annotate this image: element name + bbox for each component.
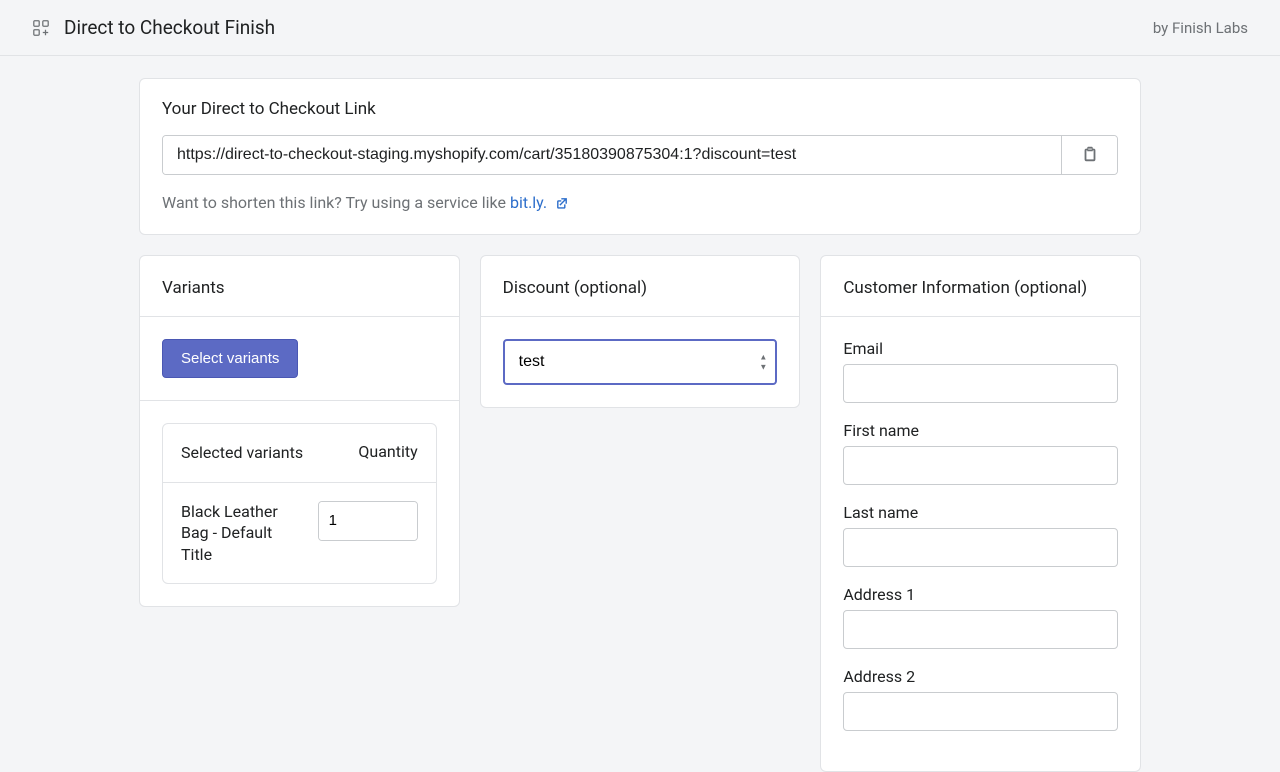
address1-field[interactable]: [843, 610, 1118, 649]
table-row: Black Leather Bag - Default Title ▲ ▼: [163, 483, 436, 584]
topbar: Direct to Checkout Finish by Finish Labs: [0, 0, 1280, 56]
email-field[interactable]: [843, 364, 1118, 403]
variants-table: Selected variants Quantity Black Leather…: [162, 423, 437, 584]
external-link-icon: [555, 195, 569, 214]
topbar-left: Direct to Checkout Finish: [32, 16, 275, 39]
col-quantity: Quantity: [318, 442, 418, 464]
quantity-stepper: ▲ ▼: [318, 501, 418, 541]
first-name-field[interactable]: [843, 446, 1118, 485]
vendor-label: by Finish Labs: [1153, 19, 1248, 37]
variants-card: Variants Select variants Selected varian…: [139, 255, 460, 607]
checkout-link-input[interactable]: [163, 136, 1061, 174]
discount-card: Discount (optional) ▲▼: [480, 255, 801, 408]
clipboard-icon: [1081, 145, 1099, 166]
address2-label: Address 2: [843, 667, 1118, 686]
link-card: Your Direct to Checkout Link Want to sho…: [139, 78, 1141, 235]
hint-text: Want to shorten this link? Try using a s…: [162, 193, 510, 212]
shorten-hint: Want to shorten this link? Try using a s…: [162, 193, 1118, 214]
customer-title: Customer Information (optional): [821, 256, 1140, 316]
variants-table-header: Selected variants Quantity: [163, 424, 436, 483]
last-name-field[interactable]: [843, 528, 1118, 567]
customer-card: Customer Information (optional) Email Fi…: [820, 255, 1141, 772]
address1-label: Address 1: [843, 585, 1118, 604]
variant-name: Black Leather Bag - Default Title: [181, 501, 304, 566]
variants-title: Variants: [140, 256, 459, 316]
last-name-label: Last name: [843, 503, 1118, 522]
discount-title: Discount (optional): [481, 256, 800, 316]
page: Your Direct to Checkout Link Want to sho…: [0, 56, 1280, 772]
select-variants-button[interactable]: Select variants: [162, 339, 298, 378]
copy-button[interactable]: [1061, 136, 1117, 174]
address2-field[interactable]: [843, 692, 1118, 731]
col-selected-variants: Selected variants: [181, 442, 304, 464]
email-label: Email: [843, 339, 1118, 358]
page-title: Direct to Checkout Finish: [64, 16, 275, 39]
discount-input[interactable]: [503, 339, 778, 385]
app-grid-icon: [32, 19, 50, 37]
first-name-label: First name: [843, 421, 1118, 440]
link-card-title: Your Direct to Checkout Link: [162, 99, 1118, 119]
bitly-link[interactable]: bit.ly.: [510, 193, 547, 212]
quantity-input[interactable]: [319, 502, 418, 540]
link-field: [162, 135, 1118, 175]
